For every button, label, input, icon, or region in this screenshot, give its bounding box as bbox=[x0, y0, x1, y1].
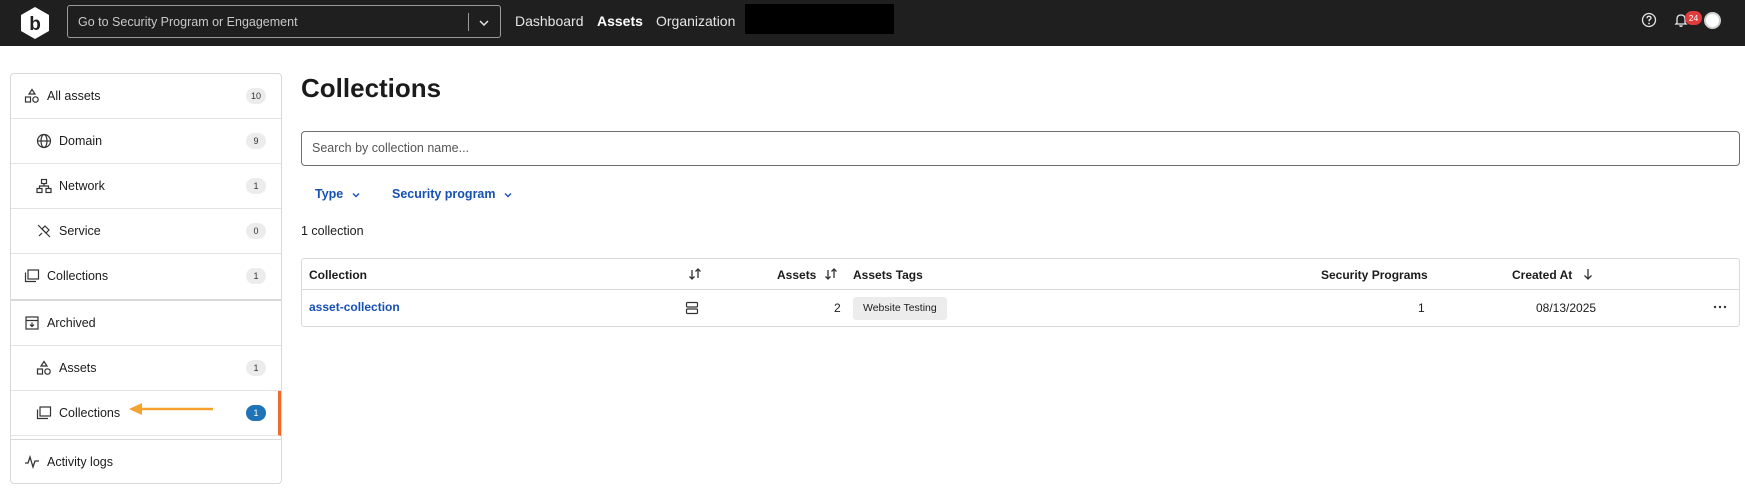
sidebar-item-label: Domain bbox=[59, 134, 103, 148]
more-options-icon[interactable] bbox=[1712, 300, 1728, 314]
sidebar-item-all-assets[interactable]: All assets 10 bbox=[11, 74, 281, 119]
count-badge: 10 bbox=[245, 88, 266, 104]
header-assets[interactable]: Assets bbox=[777, 268, 816, 282]
filter-label: Type bbox=[315, 187, 344, 201]
chevron-down-icon bbox=[504, 192, 512, 198]
redacted-area bbox=[745, 4, 894, 34]
sidebar-item-label: Collections bbox=[59, 406, 121, 420]
network-icon bbox=[36, 178, 52, 194]
top-navigation-bar: b Go to Security Program or Engagement D… bbox=[0, 0, 1745, 46]
sidebar-item-activity-logs[interactable]: Activity logs bbox=[11, 439, 281, 483]
sidebar-item-label: Service bbox=[59, 224, 101, 238]
sidebar-item-label: Network bbox=[59, 179, 105, 193]
global-search-placeholder: Go to Security Program or Engagement bbox=[78, 15, 298, 29]
sidebar-item-collections[interactable]: Collections 1 bbox=[11, 254, 281, 301]
security-program-filter-dropdown[interactable]: Security program bbox=[392, 187, 513, 201]
arrow-annotation-icon bbox=[129, 403, 213, 415]
help-icon[interactable] bbox=[1641, 12, 1657, 28]
chevron-down-icon bbox=[352, 192, 360, 198]
bugcrowd-logo-icon[interactable]: b bbox=[19, 6, 51, 40]
header-assets-tags: Assets Tags bbox=[853, 268, 923, 282]
nav-assets[interactable]: Assets bbox=[597, 13, 643, 29]
sidebar-item-archived-assets[interactable]: Assets 1 bbox=[11, 346, 281, 391]
plug-icon bbox=[37, 224, 51, 238]
globe-icon bbox=[36, 133, 52, 149]
sidebar-item-label: Assets bbox=[59, 361, 97, 375]
security-programs-count: 1 bbox=[1418, 301, 1425, 315]
count-badge: 1 bbox=[246, 405, 266, 421]
nav-dashboard[interactable]: Dashboard bbox=[515, 13, 584, 29]
count-badge: 1 bbox=[246, 178, 266, 194]
count-badge: 1 bbox=[246, 360, 266, 376]
user-avatar[interactable] bbox=[1704, 12, 1721, 29]
folders-icon bbox=[36, 406, 52, 420]
assets-sidebar: All assets 10 Domain 9 Network 1 Service… bbox=[10, 73, 282, 484]
header-created-at[interactable]: Created At bbox=[1512, 268, 1572, 282]
sidebar-item-label: All assets bbox=[47, 89, 101, 103]
sidebar-item-label: Activity logs bbox=[47, 455, 113, 469]
collection-search-input[interactable] bbox=[312, 141, 1712, 155]
sort-icon[interactable] bbox=[688, 267, 702, 281]
sidebar-item-domain[interactable]: Domain 9 bbox=[11, 119, 281, 164]
svg-text:b: b bbox=[29, 14, 41, 35]
nav-organization[interactable]: Organization bbox=[656, 13, 735, 29]
sidebar-item-service[interactable]: Service 0 bbox=[11, 209, 281, 254]
created-at-date: 08/13/2025 bbox=[1536, 301, 1597, 315]
server-stack-icon bbox=[685, 301, 699, 315]
page-title: Collections bbox=[301, 73, 442, 103]
header-collection[interactable]: Collection bbox=[309, 268, 367, 282]
filter-label: Security program bbox=[392, 187, 496, 201]
assets-shapes-icon bbox=[24, 88, 39, 103]
count-badge: 0 bbox=[246, 223, 266, 239]
header-security-programs: Security Programs bbox=[1321, 268, 1428, 282]
activity-icon bbox=[25, 454, 39, 470]
chevron-down-icon[interactable] bbox=[477, 16, 491, 30]
assets-count: 2 bbox=[834, 301, 841, 315]
collections-table: Collection Assets Assets Tags Security P… bbox=[301, 258, 1740, 327]
global-search-combobox[interactable]: Go to Security Program or Engagement bbox=[67, 5, 501, 38]
collection-search-box[interactable] bbox=[301, 131, 1740, 166]
sidebar-item-label: Archived bbox=[47, 316, 96, 330]
sidebar-item-label: Collections bbox=[47, 269, 109, 283]
notification-count-badge: 24 bbox=[1685, 11, 1702, 25]
sort-icon[interactable] bbox=[824, 267, 838, 281]
results-count: 1 collection bbox=[301, 224, 364, 238]
sidebar-item-archived[interactable]: Archived bbox=[11, 301, 281, 346]
archive-box-icon bbox=[25, 316, 39, 330]
sidebar-item-network[interactable]: Network 1 bbox=[11, 164, 281, 209]
collection-name-link[interactable]: asset-collection bbox=[309, 300, 400, 314]
count-badge: 1 bbox=[246, 268, 266, 284]
folders-icon bbox=[24, 269, 40, 283]
search-divider bbox=[468, 13, 469, 31]
arrow-down-icon[interactable] bbox=[1581, 267, 1595, 281]
type-filter-dropdown[interactable]: Type bbox=[315, 187, 361, 201]
asset-tag: Website Testing bbox=[853, 297, 947, 320]
count-badge: 9 bbox=[246, 133, 266, 149]
assets-shapes-icon bbox=[36, 360, 51, 375]
table-header: Collection Assets Assets Tags Security P… bbox=[302, 259, 1739, 290]
